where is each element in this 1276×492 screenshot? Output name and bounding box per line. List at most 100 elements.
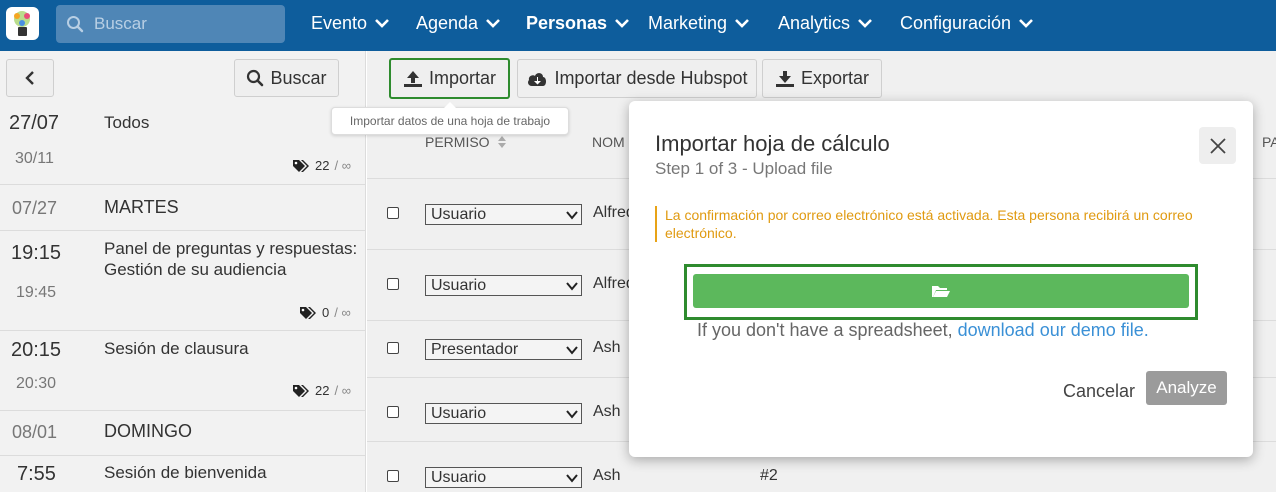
chevron-down-icon [615, 19, 629, 28]
menu-marketing-label: Marketing [648, 12, 728, 33]
menu-configuracion[interactable]: Configuración [900, 11, 1034, 35]
role-select-value: Usuario [431, 468, 487, 486]
session-end-time: 20:30 [16, 375, 57, 392]
export-button[interactable]: Exportar [762, 59, 882, 98]
sidebar-search-button[interactable]: Buscar [234, 59, 339, 97]
import-button[interactable]: Importar [389, 58, 510, 99]
menu-personas[interactable]: Personas [526, 11, 630, 35]
menu-configuracion-label: Configuración [900, 12, 1012, 33]
row-checkbox[interactable] [387, 207, 399, 219]
import-hubspot-label: Importar desde Hubspot [554, 68, 748, 88]
menu-marketing[interactable]: Marketing [648, 11, 750, 35]
tag-max: / ∞ [334, 383, 351, 398]
row-date: 27/07 [9, 112, 60, 134]
day-date: 08/01 [12, 422, 58, 442]
row-checkbox[interactable] [387, 278, 399, 290]
import-spreadsheet-modal: Importar hoja de cálculo Step 1 of 3 - U… [629, 101, 1253, 457]
demo-file-prefix: If you don't have a spreadsheet, [697, 320, 958, 340]
column-header-nombre[interactable]: NOM [592, 134, 625, 150]
select-file-button[interactable] [693, 274, 1189, 308]
divider [0, 184, 366, 185]
menu-evento-label: Evento [311, 12, 368, 33]
chevron-down-icon [1019, 19, 1033, 28]
search-icon [67, 16, 84, 33]
divider [0, 455, 366, 456]
cloud-download-icon [528, 72, 547, 86]
menu-evento[interactable]: Evento [311, 11, 390, 35]
import-label: Importar [428, 68, 497, 88]
tag-icon [293, 384, 309, 397]
role-select[interactable]: Usuario [425, 204, 582, 225]
export-label: Exportar [800, 68, 870, 88]
upload-icon [403, 70, 422, 87]
tag-count: 22 [315, 383, 330, 398]
chevron-down-icon [566, 211, 578, 220]
session-title-line2: Gestión de su audiencia [104, 260, 287, 279]
close-button[interactable] [1199, 127, 1236, 164]
menu-analytics[interactable]: Analytics [778, 11, 873, 35]
role-select-value: Usuario [431, 276, 487, 294]
session-title: Sesión de clausura [104, 339, 249, 358]
chevron-down-icon [566, 474, 578, 483]
column-header-permiso[interactable]: PERMISO [425, 134, 507, 150]
chevron-down-icon [566, 282, 578, 291]
demo-file-hint: If you don't have a spreadsheet, downloa… [697, 320, 1149, 341]
chevron-down-icon [735, 19, 749, 28]
row-tags: 22 / ∞ [292, 158, 351, 173]
download-icon [775, 70, 794, 87]
folder-open-icon [932, 286, 950, 297]
session-title-line1: Panel de preguntas y respuestas: [104, 239, 358, 258]
search-icon [247, 69, 264, 87]
session-end-time: 19:45 [16, 284, 57, 301]
global-search[interactable] [56, 5, 285, 43]
tag-icon [300, 306, 316, 319]
analyze-button[interactable]: Analyze [1146, 371, 1227, 405]
row-tags: 22 / ∞ [292, 383, 351, 398]
import-tooltip: Importar datos de una hoja de trabajo [331, 102, 569, 135]
close-icon [1209, 137, 1226, 154]
day-date: 07/27 [12, 198, 58, 218]
cancel-button[interactable]: Cancelar [1063, 381, 1135, 402]
chevron-down-icon [375, 19, 389, 28]
back-button[interactable] [6, 59, 54, 97]
menu-agenda[interactable]: Agenda [416, 11, 501, 35]
tag-icon [293, 159, 309, 172]
tag-max: / ∞ [334, 158, 351, 173]
row-checkbox[interactable] [387, 342, 399, 354]
top-nav: Evento Agenda Personas Marketing Analyti… [0, 0, 1276, 51]
session-title: Sesión de bienvenida [104, 463, 267, 482]
app-logo[interactable] [6, 7, 39, 40]
menu-personas-label: Personas [526, 12, 608, 33]
role-select-value: Usuario [431, 404, 487, 422]
import-tooltip-text: Importar datos de una hoja de trabajo [349, 114, 551, 128]
row-checkbox[interactable] [387, 406, 399, 418]
role-select-value: Presentador [431, 340, 519, 358]
row-date-end: 30/11 [15, 150, 54, 167]
divider [0, 410, 366, 411]
divider [0, 330, 366, 331]
role-select[interactable]: Usuario [425, 403, 582, 424]
global-search-input[interactable] [94, 12, 274, 36]
role-select[interactable]: Presentador [425, 339, 582, 360]
email-confirmation-warning: La confirmación por correo electrónico e… [655, 206, 1225, 242]
role-select[interactable]: Usuario [425, 467, 582, 488]
row-title: Todos [104, 113, 150, 132]
chevron-down-icon [566, 346, 578, 355]
sidebar-search-label: Buscar [270, 67, 327, 88]
chevron-left-icon [25, 71, 34, 85]
role-select[interactable]: Usuario [425, 275, 582, 296]
chevron-down-icon [566, 410, 578, 419]
row-tags: 0 / ∞ [299, 305, 351, 320]
chevron-down-icon [486, 19, 500, 28]
session-start-time: 7:55 [17, 463, 56, 485]
tag-count: 0 [322, 305, 330, 320]
row-checkbox[interactable] [387, 470, 399, 482]
row-name: Ash [593, 467, 621, 484]
download-demo-link[interactable]: download our demo file. [958, 320, 1149, 340]
column-header-pa[interactable]: PA [1262, 134, 1276, 150]
modal-step: Step 1 of 3 - Upload file [655, 159, 833, 178]
import-hubspot-button[interactable]: Importar desde Hubspot [517, 59, 757, 98]
session-start-time: 19:15 [11, 242, 62, 264]
day-name: MARTES [104, 197, 179, 217]
sort-icon [498, 136, 507, 148]
